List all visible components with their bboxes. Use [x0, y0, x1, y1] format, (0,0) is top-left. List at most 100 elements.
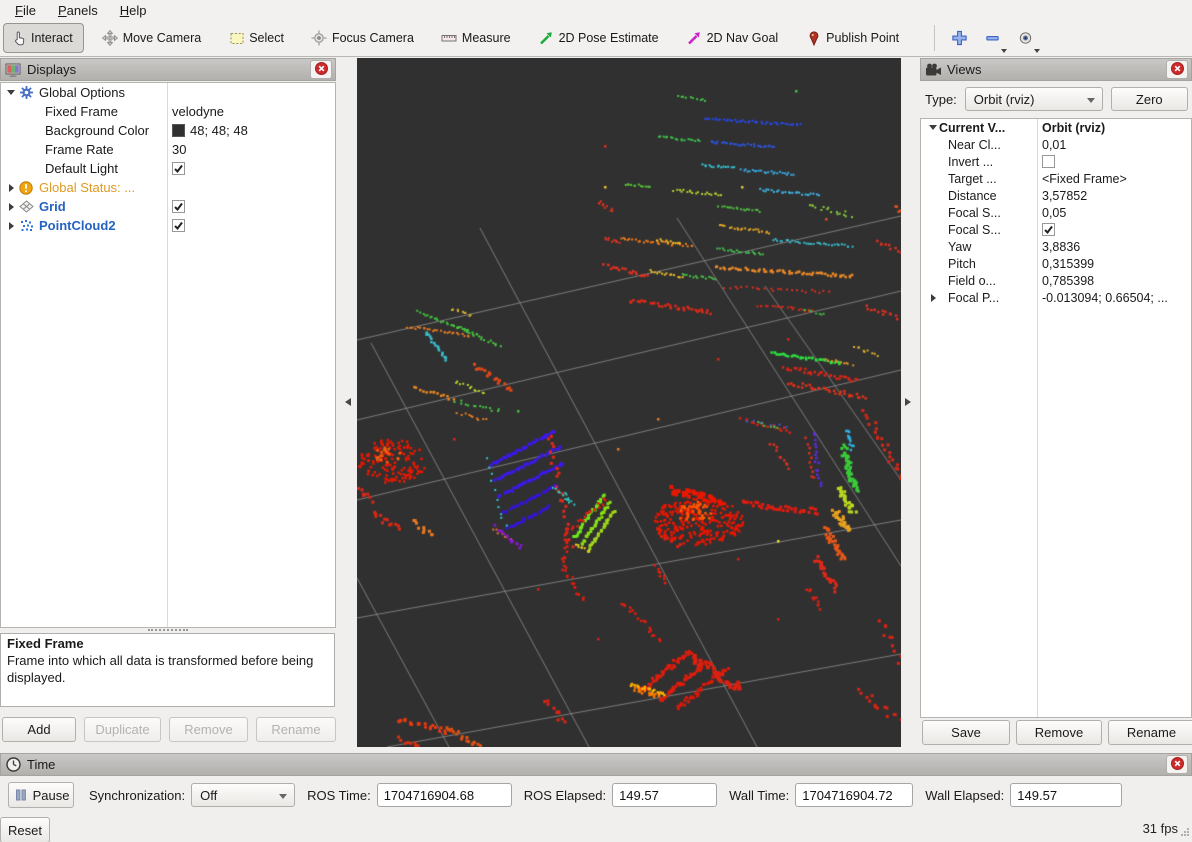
view-row-pitch-8[interactable]: Pitch0,315399	[921, 255, 1191, 272]
views-button-row: SaveRemove Rename	[922, 720, 1192, 745]
property-name: Grid	[39, 199, 66, 214]
property-value[interactable]: velodyne	[172, 102, 224, 121]
views-header: Views	[920, 58, 1192, 81]
tool-interact[interactable]: Interact	[3, 23, 84, 53]
display-row-pointcloud2[interactable]: PointCloud2	[1, 216, 335, 235]
eye-tool-icon	[1017, 30, 1034, 47]
displays-duplicate-button[interactable]: Duplicate	[84, 717, 161, 742]
tool-measure[interactable]: Measure	[435, 24, 517, 52]
property-value[interactable]: 0,01	[1042, 136, 1066, 153]
tool-plus-tool[interactable]	[947, 25, 971, 51]
interact-hand-icon	[10, 30, 27, 47]
reset-button[interactable]: Reset	[0, 817, 50, 842]
view-row-focal-s-6[interactable]: Focal S...	[921, 221, 1191, 238]
view-row-distance-4[interactable]: Distance3,57852	[921, 187, 1191, 204]
views-close-button[interactable]	[1166, 60, 1188, 79]
property-value[interactable]: 30	[172, 140, 186, 159]
checkbox[interactable]	[1042, 155, 1055, 168]
ros-time-input[interactable]	[377, 783, 512, 807]
display-row-frame-rate[interactable]: Frame Rate30	[1, 140, 335, 159]
chevron-down-icon	[279, 794, 287, 799]
tool-select[interactable]: Select	[222, 24, 290, 52]
views-rename-button-label: Rename	[1127, 725, 1176, 740]
view-row-focal-p-10[interactable]: Focal P...-0.013094; 0.66504; ...	[921, 289, 1191, 306]
expander-right-icon[interactable]	[5, 184, 17, 192]
tool-label-focus-camera: Focus Camera	[332, 31, 414, 45]
views-save-button[interactable]: Save	[922, 720, 1010, 745]
property-value[interactable]: Orbit (rviz)	[1042, 119, 1105, 136]
menu-bar: FilePanelsHelp	[0, 0, 1192, 20]
expander-right-icon[interactable]	[5, 222, 17, 230]
expander-down-icon[interactable]	[5, 90, 17, 95]
displays-remove-button[interactable]: Remove	[169, 717, 248, 742]
display-row-default-light[interactable]: Default Light	[1, 159, 335, 178]
display-row-global-options[interactable]: Global Options	[1, 83, 335, 102]
publish-pin-icon	[805, 30, 822, 47]
menu-file[interactable]: File	[4, 3, 47, 18]
property-value[interactable]: 48; 48; 48	[172, 121, 248, 140]
tool-2d-pose-estimate[interactable]: 2D Pose Estimate	[532, 24, 665, 52]
left-splitter-arrow[interactable]	[344, 397, 352, 407]
wall-time-input[interactable]	[795, 783, 913, 807]
view-row-field-o-9[interactable]: Field o...0,785398	[921, 272, 1191, 289]
wall-elapsed-input[interactable]	[1010, 783, 1122, 807]
display-row-fixed-frame[interactable]: Fixed Framevelodyne	[1, 102, 335, 121]
resize-grip[interactable]	[1180, 825, 1190, 840]
menu-panels[interactable]: Panels	[47, 3, 109, 18]
view-row-near-cl-1[interactable]: Near Cl...0,01	[921, 136, 1191, 153]
display-row-grid[interactable]: Grid	[1, 197, 335, 216]
view-type-dropdown[interactable]: Orbit (rviz)	[965, 87, 1103, 111]
tool-move-camera[interactable]: Move Camera	[96, 24, 208, 52]
expander-down-icon[interactable]	[927, 125, 939, 130]
expander-right-icon[interactable]	[5, 203, 17, 211]
display-row-global-status[interactable]: Global Status: ...	[1, 178, 335, 197]
checkbox[interactable]	[1042, 223, 1055, 236]
property-value[interactable]	[172, 159, 185, 178]
view-row-target-3[interactable]: Target ...<Fixed Frame>	[921, 170, 1191, 187]
displays-close-button[interactable]	[310, 60, 332, 79]
view-row-invert-2[interactable]: Invert ...	[921, 153, 1191, 170]
property-value[interactable]: 0,785398	[1042, 272, 1094, 289]
property-value[interactable]: 3,57852	[1042, 187, 1087, 204]
tool-publish-point[interactable]: Publish Point	[799, 24, 905, 52]
property-value[interactable]: 3,8836	[1042, 238, 1080, 255]
gear-icon	[19, 85, 39, 100]
property-value[interactable]	[1042, 221, 1055, 238]
displays-rename-button-label: Rename	[271, 722, 320, 737]
tool-focus-camera[interactable]: Focus Camera	[305, 24, 420, 52]
3d-viewport-canvas[interactable]	[357, 58, 901, 747]
pause-button[interactable]: Pause	[8, 782, 74, 808]
synchronization-dropdown[interactable]: Off	[191, 783, 295, 807]
display-row-background-color[interactable]: Background Color48; 48; 48	[1, 121, 335, 140]
property-value[interactable]: 0,05	[1042, 204, 1066, 221]
time-close-button[interactable]	[1166, 755, 1188, 774]
menu-help[interactable]: Help	[109, 3, 158, 18]
ros-elapsed-input[interactable]	[612, 783, 717, 807]
zero-button[interactable]: Zero	[1111, 87, 1188, 111]
views-rename-button[interactable]: Rename	[1108, 720, 1192, 745]
view-row-yaw-7[interactable]: Yaw3,8836	[921, 238, 1191, 255]
expander-right-icon[interactable]	[927, 294, 939, 302]
zero-button-label: Zero	[1136, 92, 1163, 107]
property-value[interactable]: -0.013094; 0.66504; ...	[1042, 289, 1168, 306]
displays-rename-button[interactable]: Rename	[256, 717, 336, 742]
value-text: -0.013094; 0.66504; ...	[1042, 291, 1168, 305]
tool-minus-tool[interactable]	[980, 25, 1004, 51]
property-value[interactable]: <Fixed Frame>	[1042, 170, 1127, 187]
tool-2d-nav-goal[interactable]: 2D Nav Goal	[680, 24, 785, 52]
checkbox[interactable]	[172, 162, 185, 175]
view-row-focal-s-5[interactable]: Focal S...0,05	[921, 204, 1191, 221]
pause-icon	[13, 787, 30, 804]
views-remove-button[interactable]: Remove	[1016, 720, 1102, 745]
displays-add-button[interactable]: Add	[2, 717, 76, 742]
property-value[interactable]	[172, 216, 185, 235]
property-value[interactable]	[172, 197, 185, 216]
displays-remove-button-label: Remove	[184, 722, 232, 737]
right-splitter-arrow[interactable]	[904, 397, 912, 407]
view-row-current-v-0[interactable]: Current V...Orbit (rviz)	[921, 119, 1191, 136]
property-value[interactable]	[1042, 153, 1055, 170]
checkbox[interactable]	[172, 200, 185, 213]
property-value[interactable]: 0,315399	[1042, 255, 1094, 272]
tool-eye-tool[interactable]	[1013, 25, 1037, 51]
checkbox[interactable]	[172, 219, 185, 232]
